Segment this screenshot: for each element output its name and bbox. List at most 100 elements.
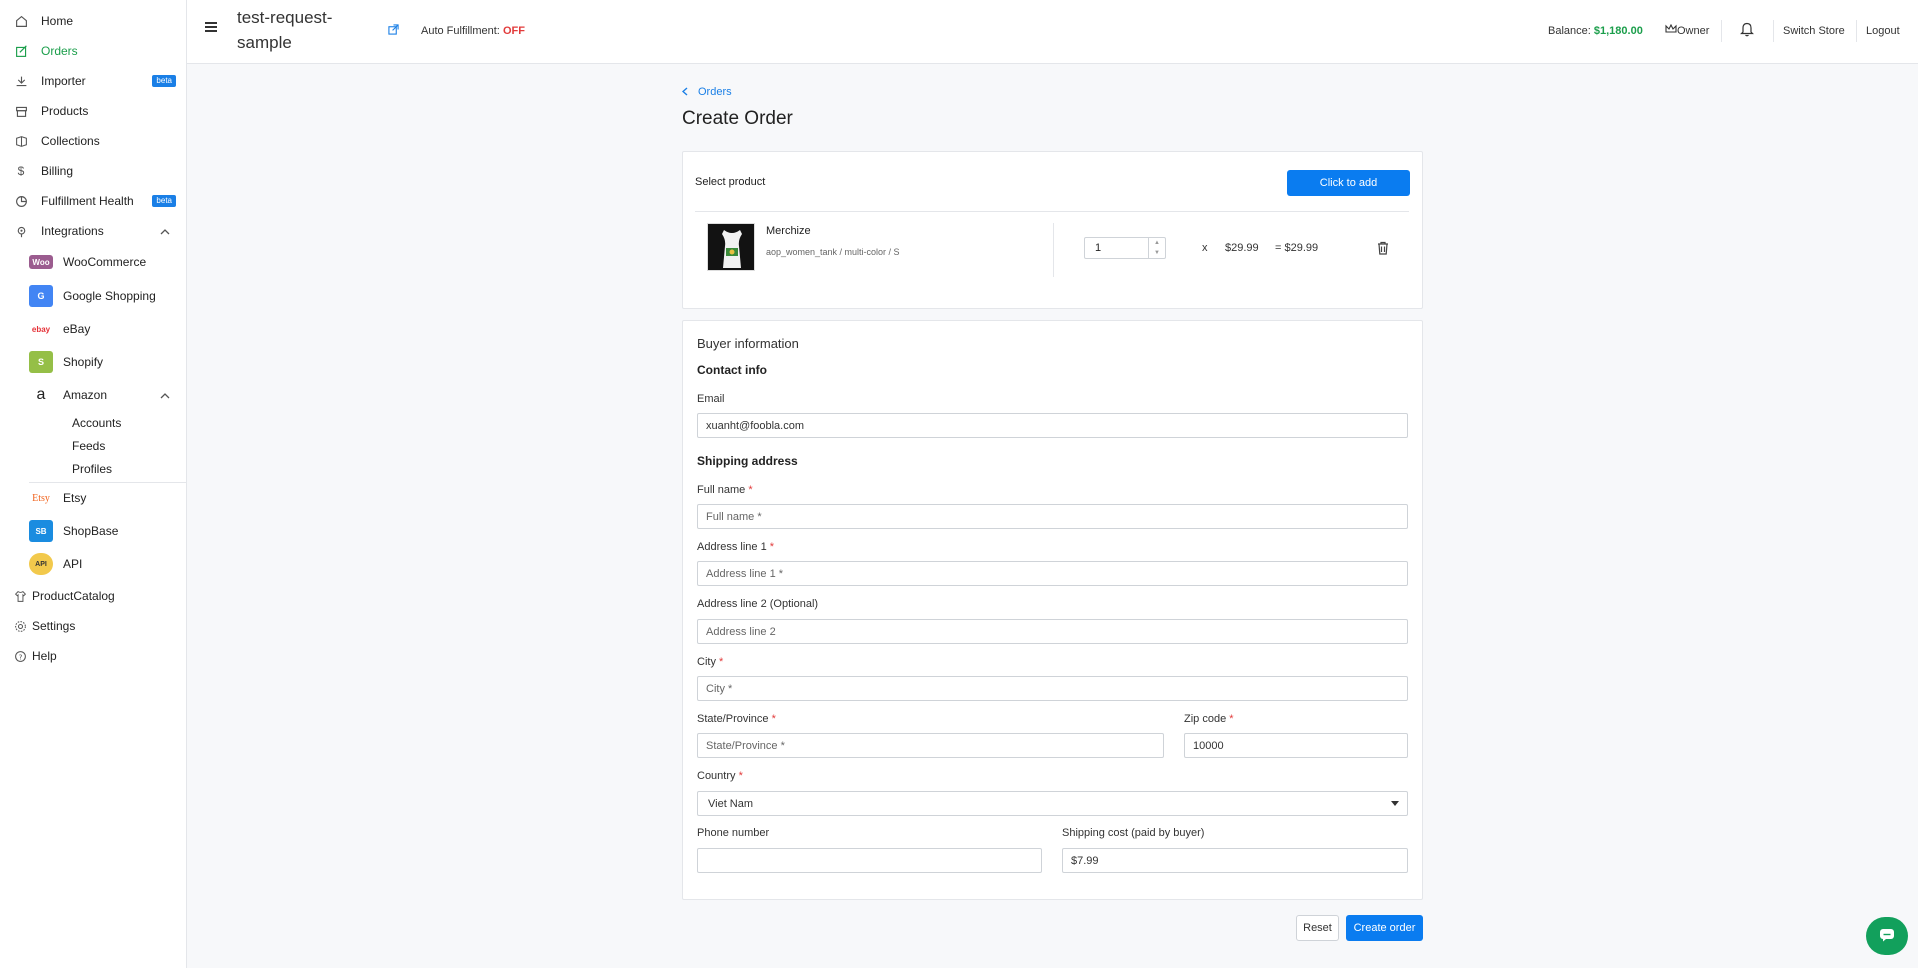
- sidebar-item-settings[interactable]: Settings: [0, 611, 186, 641]
- external-link-icon[interactable]: [388, 24, 399, 38]
- balance: Balance: $1,180.00: [1548, 25, 1643, 37]
- sidebar-item-importer[interactable]: Importer beta: [0, 66, 186, 96]
- google-shopping-logo-icon: G: [29, 285, 53, 307]
- required-mark: *: [748, 484, 753, 496]
- reset-button[interactable]: Reset: [1296, 915, 1339, 941]
- sidebar-item-label: Help: [32, 649, 57, 663]
- add-product-button[interactable]: Click to add: [1287, 170, 1410, 196]
- sidebar-item-orders[interactable]: Orders: [0, 36, 186, 66]
- divider: [1773, 20, 1774, 42]
- sidebar-item-productcatalog[interactable]: ProductCatalog: [0, 581, 186, 611]
- role-label: Owner: [1677, 24, 1710, 37]
- breadcrumb[interactable]: Orders: [681, 85, 732, 99]
- sidebar-item-shopbase[interactable]: SB ShopBase: [0, 515, 186, 547]
- create-order-button[interactable]: Create order: [1346, 915, 1423, 941]
- chat-icon: [1879, 928, 1895, 945]
- role-owner[interactable]: Owner: [1665, 23, 1710, 37]
- required-mark: *: [771, 713, 776, 725]
- times-sign: x: [1202, 242, 1208, 254]
- balance-label: Balance:: [1548, 25, 1591, 37]
- buyer-info-title: Buyer information: [697, 336, 799, 351]
- sidebar-item-label: Integrations: [41, 224, 104, 238]
- sidebar-subitem-profiles[interactable]: Profiles: [72, 462, 112, 476]
- sidebar-subitem-accounts[interactable]: Accounts: [72, 416, 121, 430]
- required-mark: *: [719, 656, 724, 668]
- etsy-logo-icon: Etsy: [32, 492, 50, 504]
- full-name-field[interactable]: Full name *: [697, 504, 1408, 529]
- sidebar-item-api[interactable]: API API: [0, 548, 186, 580]
- sidebar-item-google-shopping[interactable]: G Google Shopping: [0, 280, 186, 312]
- balance-value: $1,180.00: [1593, 25, 1643, 37]
- zip-label: Zip code *: [1184, 713, 1234, 725]
- pie-chart-icon: [13, 193, 29, 209]
- bell-icon[interactable]: [1740, 21, 1754, 40]
- city-field[interactable]: City *: [697, 676, 1408, 701]
- sidebar-item-integrations[interactable]: Integrations: [0, 216, 186, 246]
- switch-store-button[interactable]: Switch Store: [1783, 25, 1845, 37]
- state-field[interactable]: State/Province *: [697, 733, 1164, 758]
- beta-badge: beta: [152, 75, 176, 87]
- sidebar-item-collections[interactable]: Collections: [0, 126, 186, 156]
- chat-button[interactable]: [1866, 917, 1908, 955]
- logout-button[interactable]: Logout: [1866, 25, 1900, 37]
- address1-field[interactable]: Address line 1 *: [697, 561, 1408, 586]
- shirt-icon: [12, 588, 28, 604]
- divider: [695, 211, 1409, 212]
- sidebar-item-label: Home: [41, 14, 74, 28]
- chevron-up-icon[interactable]: ▲: [1154, 240, 1160, 246]
- page-title: Create Order: [682, 108, 793, 129]
- city-label-text: City: [697, 656, 716, 668]
- unit-price: $29.99: [1225, 242, 1259, 254]
- sidebar-item-ebay[interactable]: ebay eBay: [0, 313, 186, 345]
- ebay-logo-icon: ebay: [31, 324, 51, 334]
- email-label: Email: [697, 393, 725, 405]
- sidebar-item-amazon[interactable]: a Amazon: [0, 379, 186, 411]
- product-thumbnail: [707, 223, 755, 271]
- sidebar-item-home[interactable]: Home: [0, 6, 186, 36]
- chevron-down-icon[interactable]: ▼: [1154, 250, 1160, 256]
- chevron-left-icon: [681, 85, 688, 99]
- phone-field[interactable]: [697, 848, 1042, 873]
- sidebar-subitem-feeds[interactable]: Feeds: [72, 439, 105, 453]
- shopify-logo-icon: S: [29, 351, 53, 373]
- sidebar-item-label: eBay: [63, 322, 91, 336]
- country-select[interactable]: Viet Nam: [697, 791, 1408, 816]
- trash-icon[interactable]: [1377, 241, 1391, 257]
- sidebar-item-billing[interactable]: $ Billing: [0, 156, 186, 186]
- state-label-text: State/Province: [697, 713, 769, 725]
- select-product-label: Select product: [695, 176, 766, 188]
- sidebar-item-fulfillment-health[interactable]: Fulfillment Health beta: [0, 186, 186, 216]
- store-name: test-request-sample: [237, 8, 333, 52]
- email-field[interactable]: xuanht@foobla.com: [697, 413, 1408, 438]
- contact-info-title: Contact info: [697, 363, 767, 377]
- sidebar-item-etsy[interactable]: Etsy Etsy: [0, 482, 186, 514]
- hamburger-menu-icon[interactable]: [205, 22, 217, 32]
- chevron-up-icon: [160, 224, 170, 238]
- help-icon: ?: [12, 648, 28, 664]
- divider: [1721, 20, 1722, 42]
- sidebar-item-label: Settings: [32, 619, 76, 633]
- dollar-icon: $: [17, 164, 25, 178]
- sidebar-item-label: ShopBase: [63, 524, 119, 538]
- shipping-cost-field[interactable]: $7.99: [1062, 848, 1408, 873]
- zip-field[interactable]: 10000: [1184, 733, 1408, 758]
- box-icon: [13, 103, 29, 119]
- product-variant: aop_women_tank / multi-color / S: [766, 247, 900, 257]
- sidebar-item-products[interactable]: Products: [0, 96, 186, 126]
- sidebar-item-label: Fulfillment Health: [41, 194, 134, 208]
- country-label-text: Country: [697, 770, 736, 782]
- sidebar-item-shopify[interactable]: S Shopify: [0, 346, 186, 378]
- breadcrumb-orders-link[interactable]: Orders: [698, 86, 732, 98]
- sidebar-item-label: ProductCatalog: [32, 589, 115, 603]
- sidebar-item-woocommerce[interactable]: Woo WooCommerce: [0, 246, 186, 278]
- auto-fulfillment-label: Auto Fulfillment:: [421, 25, 500, 37]
- sidebar: Home Orders Importer beta Products Colle…: [0, 0, 187, 968]
- address2-field[interactable]: Address line 2: [697, 619, 1408, 644]
- shipping-cost-label: Shipping cost (paid by buyer): [1062, 827, 1205, 839]
- address1-label: Address line 1 *: [697, 541, 774, 553]
- quantity-spin-buttons[interactable]: ▲ ▼: [1148, 238, 1165, 258]
- beta-badge: beta: [152, 195, 176, 207]
- quantity-stepper[interactable]: 1 ▲ ▼: [1084, 237, 1166, 259]
- sidebar-item-help[interactable]: ? Help: [0, 641, 186, 671]
- phone-label: Phone number: [697, 827, 770, 839]
